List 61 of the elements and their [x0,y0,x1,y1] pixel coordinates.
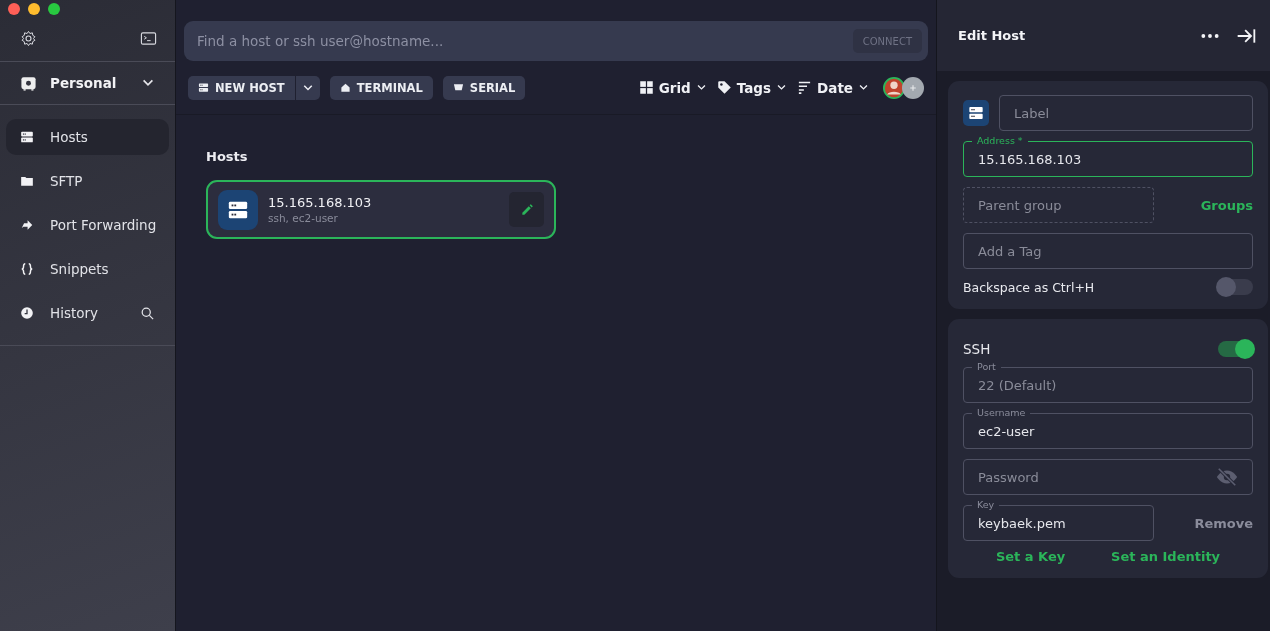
server-icon [198,82,209,93]
view-option[interactable]: Date [797,79,869,96]
host-card[interactable]: 15.165.168.103 ssh, ec2-user [206,180,556,239]
add-member-icon[interactable] [902,76,924,99]
input-field[interactable]: Label [999,95,1253,131]
server-icon [968,105,984,121]
link[interactable]: Set an Identity [1111,549,1221,564]
pencil-icon [519,202,534,217]
input-field[interactable]: Add a Tag [963,233,1253,269]
workspace-name: Personal [50,75,118,91]
sidebar-item[interactable]: History [6,295,169,331]
sidebar-item[interactable]: SFTP [6,163,169,199]
input-field[interactable]: Password [963,459,1253,495]
clock-icon [20,306,34,320]
minimize-button[interactable] [28,3,40,15]
terminal-icon[interactable] [140,30,157,47]
house-icon [339,82,351,93]
sidebar-item[interactable]: Hosts [6,119,169,155]
search-icon[interactable] [140,305,155,321]
server-icon [20,130,34,144]
view-option[interactable]: Grid [638,79,707,96]
tag-icon [716,80,732,95]
braces-icon [20,262,34,276]
view-option[interactable]: Tags [716,79,788,96]
toggle-switch[interactable] [1218,341,1253,357]
grid-icon [638,80,654,95]
sidebar-item[interactable]: Port Forwarding [6,207,171,243]
toolbar-button[interactable]: TERMINAL [329,75,433,100]
field-label: Key [972,499,1000,511]
workspace-selector[interactable]: Personal [0,62,175,105]
zoom-button[interactable] [48,3,60,15]
groups-link[interactable]: Groups [1200,197,1253,213]
link[interactable]: Set a Key [995,549,1066,564]
section-title: Hosts [206,149,249,164]
chevron-icon [695,82,707,93]
port-icon [452,82,464,93]
edit-button[interactable] [509,192,544,227]
new-host-button[interactable]: NEW HOST [188,75,295,100]
chevron-icon [776,82,788,93]
folder-icon [20,174,34,188]
toggle-label: Backspace as Ctrl+H [963,279,1095,295]
chevron-icon [858,82,869,93]
panel-title: Edit Host [958,28,1026,43]
dropdown-button[interactable] [295,75,320,100]
field-label: Address * [972,135,1028,147]
arrow-icon [20,218,34,232]
field-label: Username [972,407,1031,419]
settings-icon[interactable] [20,30,37,47]
toolbar-button[interactable]: SERIAL [442,75,526,100]
host-address: 15.165.168.103 [268,195,373,210]
input-field[interactable]: Parent group [963,187,1154,223]
host-details: ssh, ec2-user [268,212,339,224]
sort-icon [797,80,813,95]
avatar-icon[interactable] [883,76,905,99]
toggle-switch[interactable] [1218,279,1253,295]
toggle-label: SSH [963,341,991,357]
close-button[interactable] [8,3,20,15]
sidebar-item[interactable]: Snippets [6,251,169,287]
remove-link[interactable]: Remove [1194,515,1253,531]
vault-icon [20,74,37,92]
field-label: Port [972,361,1001,373]
